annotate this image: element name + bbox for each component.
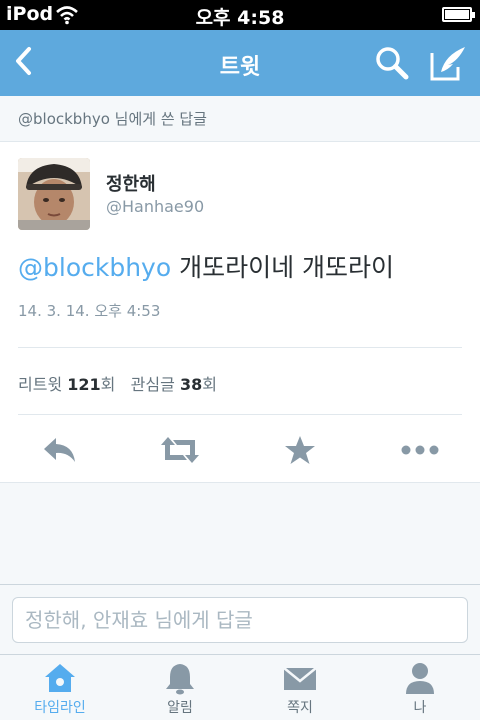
compose-icon[interactable] xyxy=(428,43,468,83)
bell-icon xyxy=(166,664,194,695)
tab-me[interactable]: 나 xyxy=(360,655,480,720)
reply-input[interactable] xyxy=(12,597,468,643)
favorites-stat[interactable]: 관심글 38회 xyxy=(131,375,217,394)
reply-icon xyxy=(44,438,75,462)
tab-timeline[interactable]: 타임라인 xyxy=(0,655,120,720)
search-icon[interactable] xyxy=(372,43,412,83)
more-options-button[interactable] xyxy=(398,430,442,470)
reply-button[interactable] xyxy=(38,430,82,470)
tab-label: 타임라인 xyxy=(34,700,86,716)
battery-icon xyxy=(442,7,475,22)
tab-messages[interactable]: 쪽지 xyxy=(240,655,360,720)
tab-label: 알림 xyxy=(167,700,193,716)
tab-label: 쪽지 xyxy=(287,700,313,716)
favorites-unit: 회 xyxy=(202,375,217,394)
reply-composer xyxy=(0,584,480,654)
tweet-actions xyxy=(0,424,480,476)
person-icon xyxy=(406,663,434,694)
reply-context-text: @blockbhyo 님에게 쓴 답글 xyxy=(18,110,207,128)
favorites-label: 관심글 xyxy=(130,375,175,394)
navigation-bar: 트윗 xyxy=(0,30,480,96)
tab-bar: 타임라인 알림 쪽지 나 xyxy=(0,654,480,720)
mention-link[interactable]: @blockbhyo xyxy=(18,253,171,282)
favorites-count: 38 xyxy=(179,375,203,394)
favorite-button[interactable] xyxy=(278,430,322,470)
status-bar: iPod 오후 4:58 xyxy=(0,0,480,30)
divider xyxy=(18,347,462,348)
tab-label: 나 xyxy=(413,700,427,716)
home-icon xyxy=(45,664,75,692)
retweets-stat[interactable]: 리트윗 121회 xyxy=(18,375,115,394)
retweets-label: 리트윗 xyxy=(18,375,63,394)
retweet-button[interactable] xyxy=(158,430,202,470)
content-background xyxy=(0,482,480,584)
favorite-star-icon xyxy=(285,436,315,464)
retweets-count: 121 xyxy=(67,375,101,394)
tweet-body: 개또라이네 개또라이 xyxy=(171,253,395,282)
reply-context-bar: @blockbhyo 님에게 쓴 답글 xyxy=(0,96,480,142)
display-name[interactable]: 정한해 xyxy=(106,170,156,196)
tweet-text: @blockbhyo 개또라이네 개또라이 xyxy=(18,248,394,284)
retweets-unit: 회 xyxy=(100,375,116,394)
tweet-stats: 리트윗 121회 관심글 38회 xyxy=(18,371,217,395)
avatar-photo xyxy=(18,158,90,230)
avatar[interactable] xyxy=(18,158,90,230)
status-time: 오후 4:58 xyxy=(195,7,285,29)
user-handle[interactable]: @Hanhae90 xyxy=(106,197,204,216)
tweet-detail: 정한해 @Hanhae90 @blockbhyo 개또라이네 개또라이 14. … xyxy=(0,142,480,482)
divider xyxy=(18,414,462,415)
tab-notifications[interactable]: 알림 xyxy=(120,655,240,720)
more-dots-icon xyxy=(401,445,439,455)
retweet-icon xyxy=(161,437,199,463)
envelope-icon xyxy=(283,667,317,690)
tweet-timestamp: 14. 3. 14. 오후 4:53 xyxy=(18,302,161,320)
